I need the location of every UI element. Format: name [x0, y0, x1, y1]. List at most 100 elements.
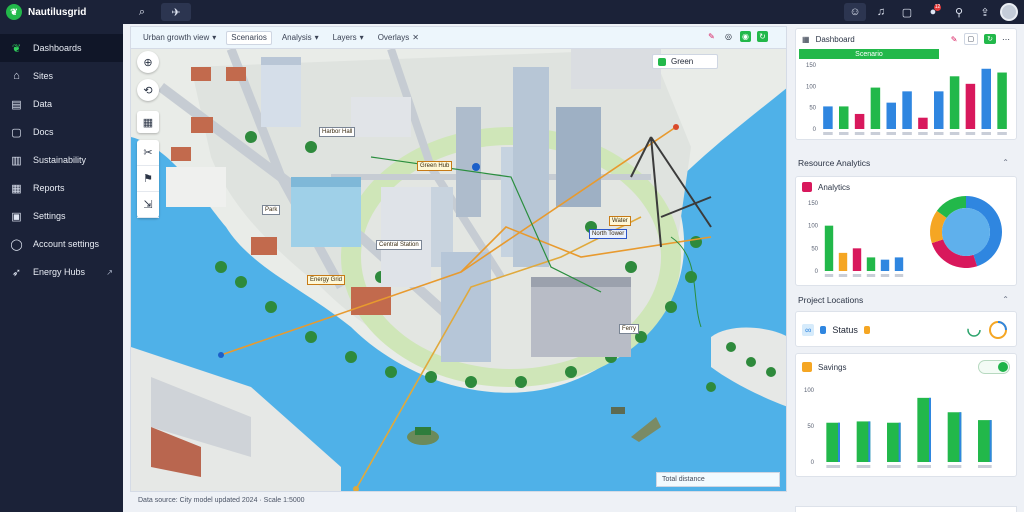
sidebar-item-data[interactable]: ▤ Data: [0, 90, 123, 118]
measure-icon[interactable]: ✂: [137, 140, 159, 166]
x-tick-label: [823, 132, 833, 135]
chart-bar: [997, 72, 1007, 129]
scenarios-selector[interactable]: Scenarios: [226, 30, 272, 45]
signal-icon[interactable]: ⚲: [948, 3, 970, 21]
dropdown-label: Layers: [332, 33, 357, 42]
map-marker[interactable]: Central Station: [376, 240, 422, 250]
share-icon[interactable]: ⇪: [974, 3, 996, 21]
grid-icon[interactable]: ▢: [896, 3, 918, 21]
bell-icon[interactable]: ♫: [870, 3, 892, 21]
app-brand[interactable]: ❦ Nautilusgrid: [0, 4, 123, 20]
toggle-knob: [998, 362, 1008, 372]
layer-toggle-icon[interactable]: ◉: [740, 31, 751, 42]
circle-icon: ◯: [10, 238, 23, 251]
pin-drop-icon[interactable]: ⚑: [137, 166, 159, 192]
chart-bar-edge: [959, 412, 962, 462]
legend-swatch: [863, 326, 870, 334]
sidebar-item-account-settings[interactable]: ◯ Account settings: [0, 230, 123, 258]
sidebar-item-label: Account settings: [33, 239, 100, 249]
chart-bar: [965, 83, 976, 129]
target-icon[interactable]: ◎: [723, 31, 734, 42]
sidebar-item-sustainability[interactable]: ▥ Sustainability: [0, 146, 123, 174]
map-marker[interactable]: Park: [262, 205, 281, 215]
sidebar-item-label: Data: [33, 99, 53, 109]
sidebar-item-sites[interactable]: ⌂ Sites: [0, 62, 123, 90]
link-icon[interactable]: ∞: [802, 324, 815, 336]
chart-bar: [852, 248, 862, 271]
search-icon[interactable]: ⌕: [131, 3, 153, 21]
x-tick-label: [866, 274, 876, 277]
map-marker[interactable]: Green Hub: [417, 161, 453, 171]
layer-color-swatch: [658, 57, 666, 66]
sidebar-item-docs[interactable]: ▢ Docs: [0, 118, 123, 146]
next-card-edge: [795, 506, 1017, 512]
card-title: Analytics: [818, 182, 851, 192]
x-tick-label: [978, 465, 992, 468]
chevron-down-icon: ▾: [212, 33, 217, 42]
map-marker[interactable]: North Tower: [589, 229, 628, 239]
map-marker[interactable]: Water: [609, 216, 631, 226]
overlays-selector[interactable]: Overlays ✕: [374, 31, 423, 45]
dashboard-card: ▦ Dashboard ✎ ▢ ↻ ⋯ Scenario 150 100 50 0: [795, 28, 1017, 140]
y-tick-label: 0: [815, 269, 819, 275]
savings-toggle[interactable]: [978, 360, 1010, 374]
close-icon: ✕: [412, 33, 419, 42]
export-icon[interactable]: ⇲: [137, 192, 159, 218]
more-icon[interactable]: ⋯: [1002, 35, 1010, 44]
chevron-up-icon[interactable]: ⌃: [1002, 158, 1009, 167]
avatar[interactable]: [1000, 3, 1018, 21]
pin-icon[interactable]: ✈: [161, 3, 191, 21]
leaf-icon: ❦: [11, 42, 22, 55]
app-name: Nautilusgrid: [28, 6, 87, 18]
savings-bar-chart: 100 50 0: [804, 388, 992, 468]
sidebar-item-energy-hubs[interactable]: ➶ Energy Hubs ↗: [0, 258, 123, 286]
card-header: Savings: [796, 354, 1016, 380]
map-marker[interactable]: Harbor Hall: [319, 127, 356, 137]
chart-bar: [870, 87, 881, 129]
draw-tool-icon[interactable]: ✎: [706, 31, 717, 42]
chart-bar: [866, 257, 876, 271]
refresh-icon[interactable]: ↻: [984, 34, 996, 44]
map-view[interactable]: Urban growth view ▾ Scenarios Analysis ▾ L…: [130, 26, 787, 492]
document-icon: ▦: [11, 182, 22, 195]
sidebar-item-settings[interactable]: ▣ Settings: [0, 202, 123, 230]
sidebar-item-reports[interactable]: ▦ Reports: [0, 174, 123, 202]
sidebar-item-label: Settings: [33, 211, 66, 221]
x-tick-label: [854, 132, 865, 135]
map-legend: Total distance: [656, 472, 780, 487]
chart-bar: [978, 420, 992, 462]
analysis-selector[interactable]: Analysis ▾: [278, 31, 323, 45]
map-toolbar: Urban growth view ▾ Scenarios Analysis ▾ L…: [131, 27, 786, 49]
map-marker[interactable]: Ferry: [619, 324, 639, 334]
map-view-selector[interactable]: Urban growth view ▾: [139, 31, 220, 45]
chart-bar: [981, 68, 991, 129]
sidebar-item-label: Reports: [33, 183, 65, 193]
refresh-icon[interactable]: ↻: [757, 31, 768, 42]
recenter-icon[interactable]: ⟲: [137, 79, 159, 101]
layer-pill[interactable]: Green: [652, 54, 718, 69]
sidebar: ❦ Dashboards ⌂ Sites ▤ Data ▢ Docs ▥ Sus…: [0, 24, 123, 512]
x-tick-label: [886, 132, 896, 135]
analytics-donut-chart: [930, 196, 1002, 268]
chevron-up-icon[interactable]: ⌃: [1002, 295, 1009, 304]
window-icon[interactable]: ▢: [963, 33, 979, 45]
home-icon: ⌂: [13, 70, 20, 82]
map-marker[interactable]: Energy Grid: [307, 275, 346, 285]
y-tick-label: 100: [804, 388, 815, 394]
compass-icon[interactable]: ⊕: [137, 51, 159, 73]
x-tick-label: [826, 465, 840, 468]
chart-bar-edge: [837, 422, 840, 462]
pin-icon[interactable]: ✎: [951, 35, 958, 44]
dropdown-label: Scenarios: [231, 33, 267, 42]
sidebar-item-label: Dashboards: [33, 43, 82, 53]
layers-icon[interactable]: ▦: [137, 111, 159, 133]
dashboard-bar-chart: 150 100 50 0: [806, 63, 1007, 135]
notification-icon[interactable]: ● 12: [922, 3, 944, 21]
sidebar-item-dashboards[interactable]: ❦ Dashboards: [0, 34, 123, 62]
support-icon[interactable]: ☺: [844, 3, 866, 21]
folder-icon: ▤: [11, 98, 22, 111]
scenario-tab[interactable]: Scenario: [799, 49, 939, 59]
dropdown-label: Analysis: [281, 33, 312, 42]
layers-selector[interactable]: Layers ▾: [329, 31, 368, 45]
y-tick-label: 0: [813, 127, 817, 133]
